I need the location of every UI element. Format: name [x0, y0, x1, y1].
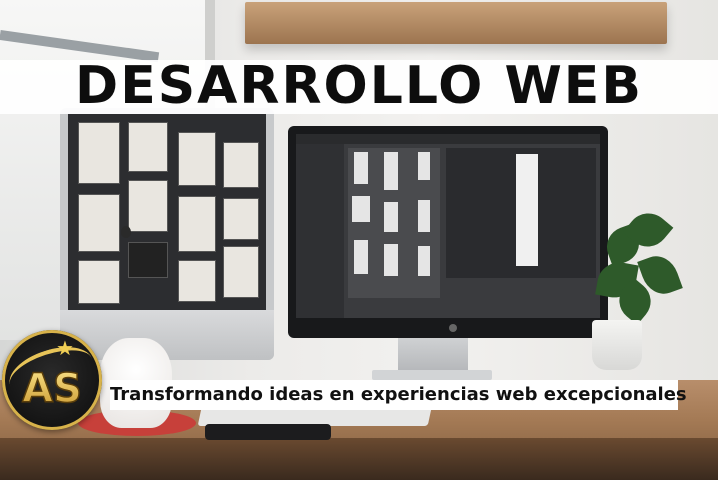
app-preview-panel: [446, 148, 596, 278]
screen-thumbnail: [128, 242, 168, 278]
logo-monogram-graphic: AS: [21, 365, 82, 413]
page-preview: [516, 154, 538, 266]
artboard-thumbnail: [384, 244, 398, 276]
apple-logo-icon: [121, 226, 131, 238]
screen-thumbnail: [178, 196, 216, 252]
app-side-panel: [296, 144, 344, 318]
screen-thumbnail: [223, 246, 259, 298]
screen-thumbnail: [128, 180, 168, 232]
left-monitor-screen: [68, 114, 266, 310]
right-monitor: [288, 126, 608, 338]
monitor-foot: [372, 370, 492, 380]
right-monitor-screen: [296, 134, 600, 318]
headline: DESARROLLO WEB: [75, 56, 643, 116]
monitor-stand: [398, 338, 468, 374]
screen-thumbnail: [78, 194, 120, 252]
screen-thumbnail: [223, 142, 259, 188]
smartphone: [205, 424, 331, 440]
app-menubar: [296, 134, 600, 144]
screen-thumbnail: [78, 122, 120, 184]
left-monitor: [60, 108, 274, 360]
screen-thumbnail: [178, 132, 216, 186]
artboard-thumbnail: [418, 200, 430, 232]
plant-pot: [592, 320, 642, 370]
screen-thumbnail: [178, 260, 216, 302]
apple-logo-icon: [449, 324, 457, 332]
screen-thumbnail: [128, 122, 168, 172]
tagline: Transformando ideas en experiencias web …: [110, 384, 687, 405]
screen-thumbnail: [223, 198, 259, 240]
logo-monogram: AS: [22, 366, 82, 412]
app-artboards-panel: [348, 148, 440, 298]
artboard-thumbnail: [354, 152, 368, 184]
desk-edge: [0, 438, 718, 480]
artboard-thumbnail: [352, 196, 370, 222]
artboard-thumbnail: [384, 202, 398, 232]
screen-thumbnail: [78, 260, 120, 304]
artboard-thumbnail: [354, 240, 368, 274]
artboard-thumbnail: [384, 152, 398, 190]
artboard-thumbnail: [418, 246, 430, 276]
brand-logo: ★ AS: [2, 330, 102, 430]
artboard-thumbnail: [418, 152, 430, 180]
wall-shelf: [245, 2, 667, 44]
